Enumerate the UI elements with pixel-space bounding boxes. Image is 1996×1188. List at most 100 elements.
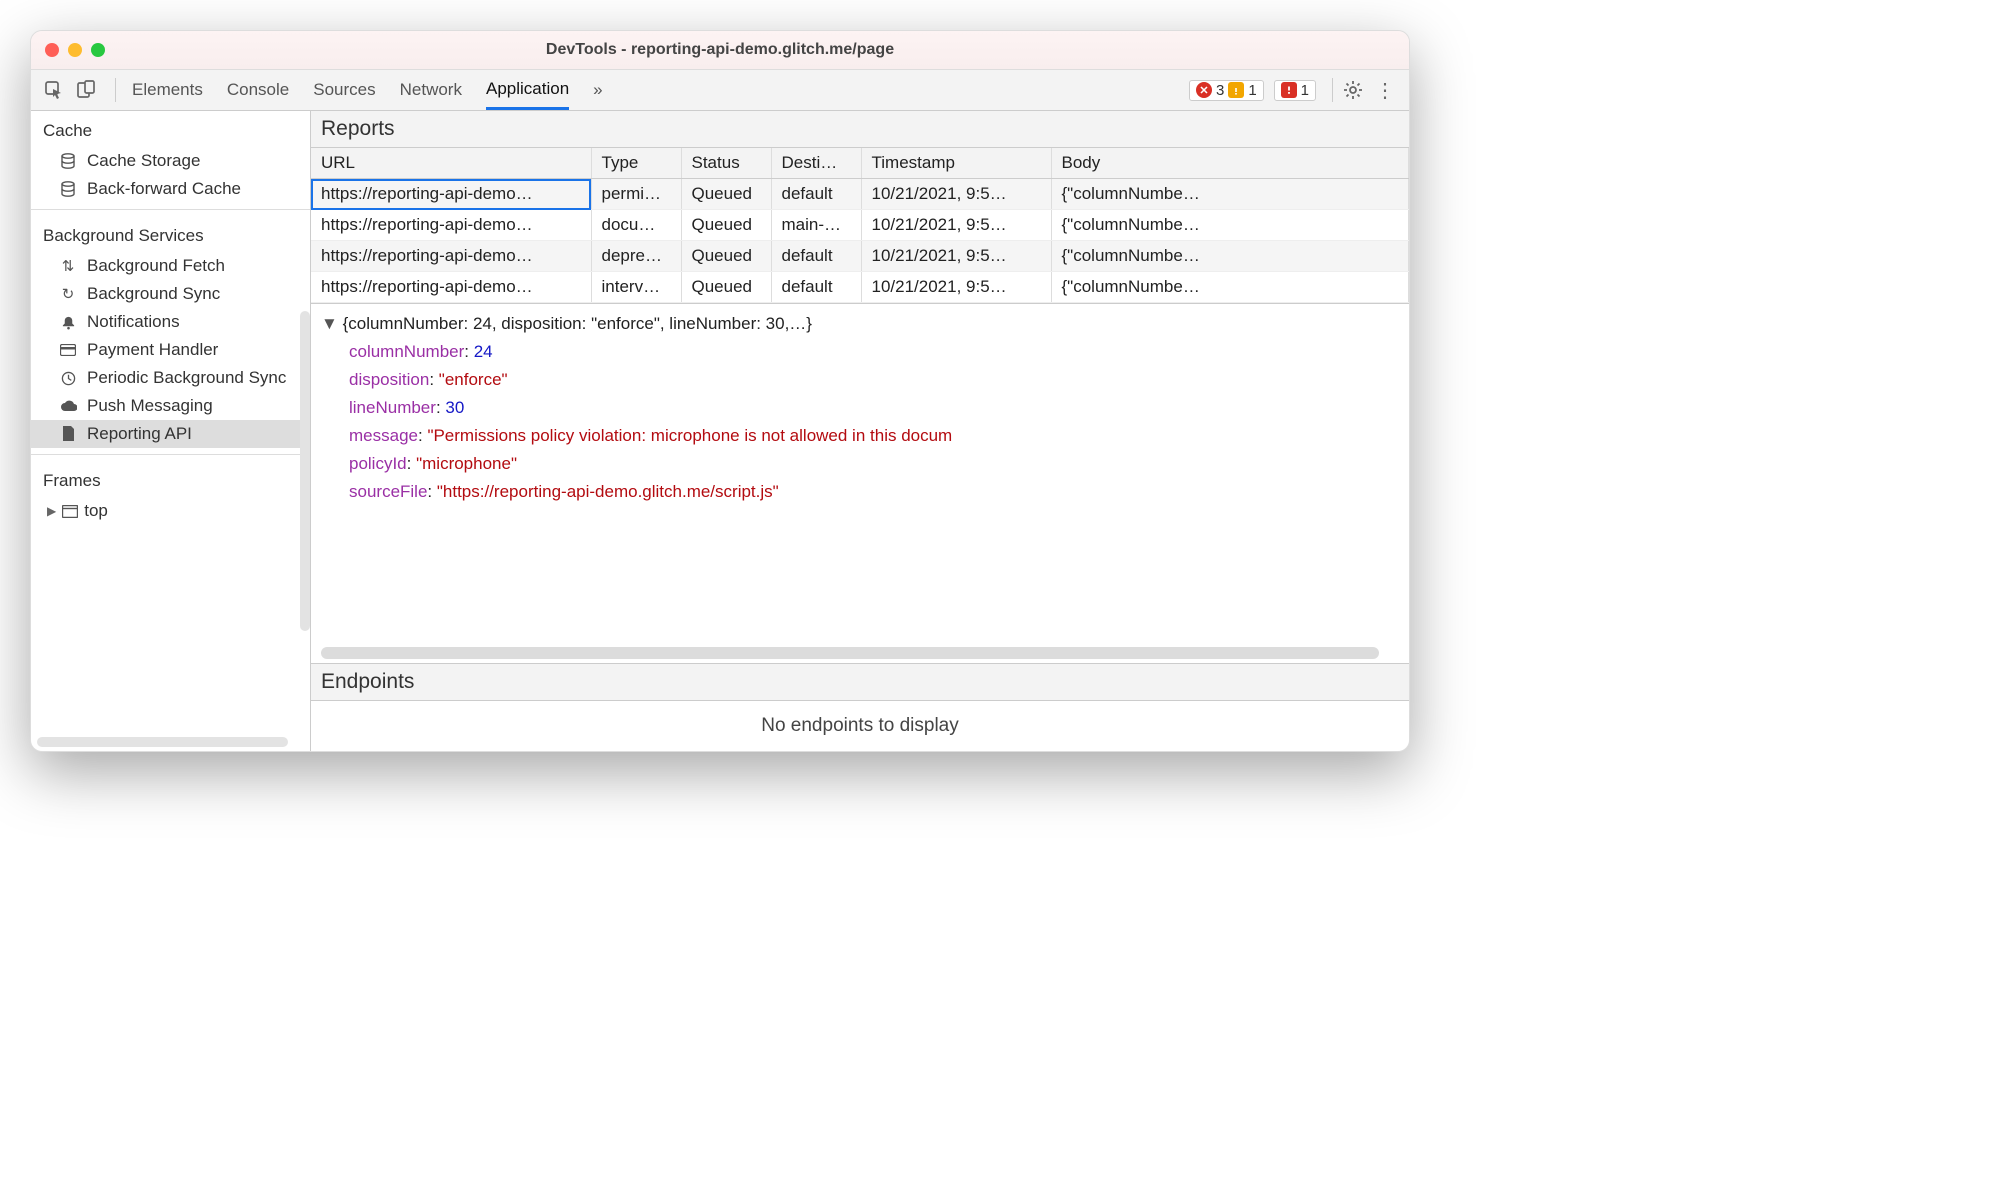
sidebar-item-notifications[interactable]: Notifications <box>31 308 310 336</box>
sidebar-item-frame-top[interactable]: ▶ top <box>31 497 310 525</box>
table-row[interactable]: https://reporting-api-demo… depre… Queue… <box>311 241 1409 272</box>
sidebar-item-label: Reporting API <box>87 424 192 444</box>
main-panel: Reports URL Type Status Desti… Timestamp… <box>311 111 1409 751</box>
detail-property: columnNumber: 24 <box>321 338 1399 366</box>
database-icon <box>59 180 77 198</box>
document-icon <box>59 425 77 443</box>
cell-type: docu… <box>591 210 681 241</box>
sidebar-item-background-sync[interactable]: ↻Background Sync <box>31 280 310 308</box>
tab-sources[interactable]: Sources <box>313 70 375 110</box>
cell-type: interv… <box>591 272 681 303</box>
sync-icon: ↻ <box>59 285 77 303</box>
cell-body: {"columnNumbe… <box>1051 210 1409 241</box>
reports-panel-title: Reports <box>311 111 1409 148</box>
sidebar-item-push-messaging[interactable]: Push Messaging <box>31 392 310 420</box>
cell-url: https://reporting-api-demo… <box>311 179 591 210</box>
col-header-timestamp[interactable]: Timestamp <box>861 148 1051 179</box>
bell-icon <box>59 313 77 331</box>
cell-url: https://reporting-api-demo… <box>311 210 591 241</box>
issues-count: 1 <box>1301 82 1309 99</box>
cell-body: {"columnNumbe… <box>1051 272 1409 303</box>
tab-application[interactable]: Application <box>486 70 569 110</box>
collapse-triangle-icon[interactable]: ▼ <box>321 314 343 333</box>
col-header-status[interactable]: Status <box>681 148 771 179</box>
tab-network[interactable]: Network <box>400 70 462 110</box>
detail-property: disposition: "enforce" <box>321 366 1399 394</box>
warning-icon <box>1228 82 1244 98</box>
cell-url: https://reporting-api-demo… <box>311 272 591 303</box>
error-warning-counter[interactable]: ✕ 3 1 <box>1189 80 1264 101</box>
report-detail-view: ▼ {columnNumber: 24, disposition: "enfor… <box>311 303 1409 663</box>
endpoints-panel-title: Endpoints <box>311 663 1409 701</box>
sidebar-horizontal-scrollbar[interactable] <box>37 737 288 747</box>
card-icon <box>59 341 77 359</box>
panel-tabs: Elements Console Sources Network Applica… <box>132 70 603 110</box>
error-count: 3 <box>1216 82 1224 99</box>
cell-timestamp: 10/21/2021, 9:5… <box>861 241 1051 272</box>
devtools-window: DevTools - reporting-api-demo.glitch.me/… <box>30 30 1410 752</box>
inspect-element-icon[interactable] <box>41 77 67 103</box>
database-icon <box>59 152 77 170</box>
sidebar-item-label: top <box>84 501 108 521</box>
sidebar-section-background-services: Background Services <box>31 216 310 252</box>
cell-type: permi… <box>591 179 681 210</box>
sidebar-item-label: Cache Storage <box>87 151 200 171</box>
col-header-url[interactable]: URL <box>311 148 591 179</box>
window-title: DevTools - reporting-api-demo.glitch.me/… <box>31 41 1409 59</box>
cell-type: depre… <box>591 241 681 272</box>
sidebar-item-reporting-api[interactable]: Reporting API <box>31 420 310 448</box>
sidebar-item-background-fetch[interactable]: ⇅ Background Fetch <box>31 252 310 280</box>
sidebar-item-label: Notifications <box>87 312 180 332</box>
sidebar-item-label: Background Fetch <box>87 256 225 276</box>
tab-console[interactable]: Console <box>227 70 289 110</box>
col-header-type[interactable]: Type <box>591 148 681 179</box>
endpoints-empty-message: No endpoints to display <box>311 701 1409 751</box>
warning-count: 1 <box>1248 82 1256 99</box>
table-row[interactable]: https://reporting-api-demo… permi… Queue… <box>311 179 1409 210</box>
expand-triangle-icon[interactable]: ▶ <box>47 504 56 518</box>
issues-icon <box>1281 82 1297 98</box>
detail-property: message: "Permissions policy violation: … <box>321 422 1399 450</box>
cell-timestamp: 10/21/2021, 9:5… <box>861 179 1051 210</box>
cloud-icon <box>59 397 77 415</box>
cell-destination: main-… <box>771 210 861 241</box>
col-header-body[interactable]: Body <box>1051 148 1409 179</box>
cell-timestamp: 10/21/2021, 9:5… <box>861 272 1051 303</box>
sidebar-item-label: Back-forward Cache <box>87 179 241 199</box>
cell-timestamp: 10/21/2021, 9:5… <box>861 210 1051 241</box>
sidebar-item-bfcache[interactable]: Back-forward Cache <box>31 175 310 203</box>
reports-table: URL Type Status Desti… Timestamp Body ht… <box>311 148 1409 303</box>
detail-summary-line[interactable]: ▼ {columnNumber: 24, disposition: "enfor… <box>321 310 1399 338</box>
application-sidebar: Cache Cache Storage Back-forward Cache B… <box>31 111 311 751</box>
titlebar: DevTools - reporting-api-demo.glitch.me/… <box>31 31 1409 69</box>
cell-destination: default <box>771 241 861 272</box>
sidebar-item-periodic-sync[interactable]: Periodic Background Sync <box>31 364 310 392</box>
cell-status: Queued <box>681 179 771 210</box>
table-row[interactable]: https://reporting-api-demo… interv… Queu… <box>311 272 1409 303</box>
separator <box>1332 78 1333 102</box>
frame-icon <box>62 505 78 518</box>
cell-url: https://reporting-api-demo… <box>311 241 591 272</box>
sidebar-item-label: Payment Handler <box>87 340 218 360</box>
fetch-icon: ⇅ <box>59 257 77 275</box>
sidebar-item-payment-handler[interactable]: Payment Handler <box>31 336 310 364</box>
sidebar-item-cache-storage[interactable]: Cache Storage <box>31 147 310 175</box>
cell-status: Queued <box>681 272 771 303</box>
cell-status: Queued <box>681 210 771 241</box>
more-tabs-chevron[interactable]: » <box>593 70 602 110</box>
table-header-row: URL Type Status Desti… Timestamp Body <box>311 148 1409 179</box>
sidebar-vertical-scrollbar[interactable] <box>300 311 310 631</box>
settings-gear-icon[interactable] <box>1343 80 1371 100</box>
col-header-destination[interactable]: Desti… <box>771 148 861 179</box>
cell-status: Queued <box>681 241 771 272</box>
detail-horizontal-scrollbar[interactable] <box>321 647 1379 659</box>
detail-property: policyId: "microphone" <box>321 450 1399 478</box>
panel-body: Cache Cache Storage Back-forward Cache B… <box>31 111 1409 751</box>
clock-icon <box>59 369 77 387</box>
tab-elements[interactable]: Elements <box>132 70 203 110</box>
more-menu-icon[interactable]: ⋮ <box>1371 78 1399 103</box>
device-toggle-icon[interactable] <box>73 77 99 103</box>
error-icon: ✕ <box>1196 82 1212 98</box>
issues-counter[interactable]: 1 <box>1274 80 1316 101</box>
table-row[interactable]: https://reporting-api-demo… docu… Queued… <box>311 210 1409 241</box>
